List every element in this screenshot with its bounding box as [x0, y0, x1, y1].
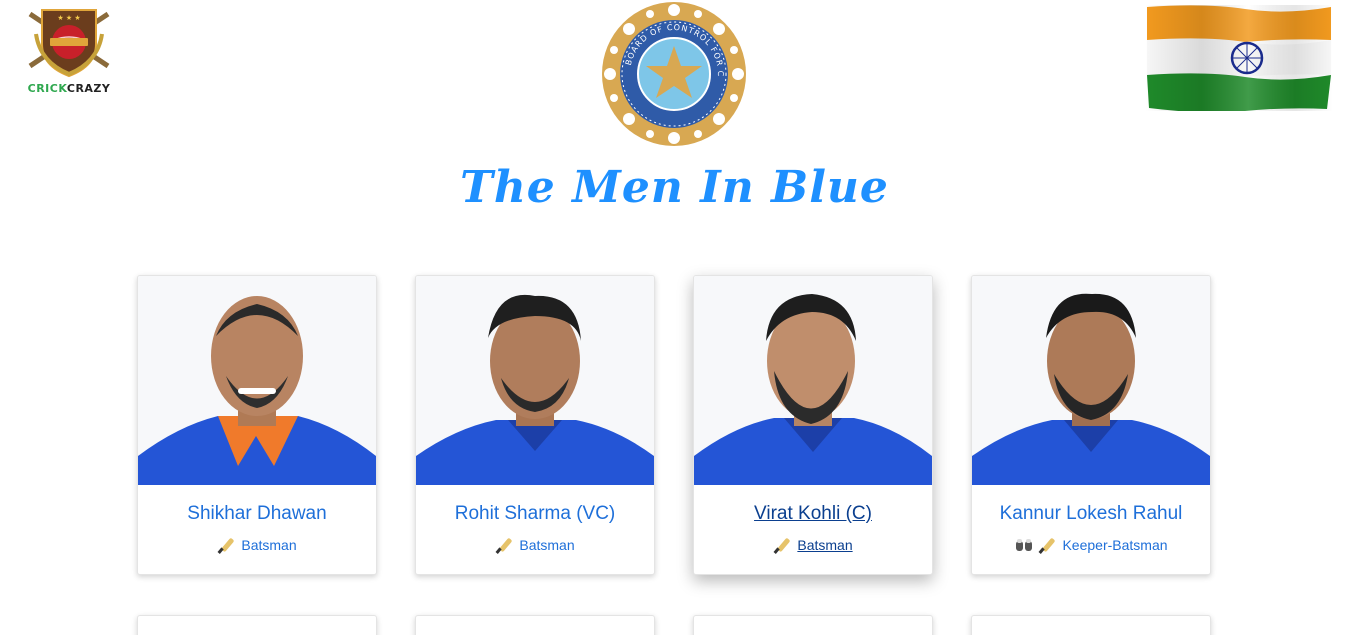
- player-card-partial[interactable]: [693, 615, 933, 635]
- player-photo: [694, 616, 932, 635]
- page: ★ ★ ★ CRICKCRAZY BOARD OF CONTROL FOR C …: [0, 0, 1349, 635]
- bcci-emblem-icon: BOARD OF CONTROL FOR CRICKET IN INDIA: [596, 0, 746, 146]
- player-role-text: Keeper-Batsman: [1062, 537, 1168, 553]
- bat-icon: [495, 538, 512, 554]
- player-name: Rohit Sharma (VC): [454, 503, 616, 524]
- player-name: Shikhar Dhawan: [187, 503, 327, 524]
- player-photo: [416, 276, 654, 485]
- player-name: Kannur Lokesh Rahul: [999, 503, 1183, 524]
- india-flag-icon: [1145, 5, 1333, 113]
- svg-text:★ ★ ★: ★ ★ ★: [57, 14, 80, 22]
- bat-icon: [1039, 538, 1056, 554]
- cricket-shield-icon: ★ ★ ★: [28, 9, 110, 78]
- page-title: The Men In Blue: [460, 162, 889, 213]
- brand-name-crick: CRICK: [27, 82, 67, 95]
- player-photo: [694, 276, 932, 485]
- player-role: Batsman: [138, 535, 376, 555]
- player-role-text: Batsman: [797, 537, 853, 553]
- player-card[interactable]: Shikhar Dhawan Batsman: [137, 275, 377, 575]
- brand-name: CRICKCRAZY: [22, 82, 116, 95]
- player-role: Batsman: [416, 535, 654, 555]
- player-role: Batsman: [694, 535, 932, 555]
- player-role: Keeper-Batsman: [972, 535, 1210, 555]
- player-card[interactable]: Kannur Lokesh Rahul Keeper-Batsman: [971, 275, 1211, 575]
- brand-name-crazy: CRAZY: [66, 82, 111, 95]
- bcci-logo: BOARD OF CONTROL FOR CRICKET IN INDIA: [596, 0, 748, 148]
- player-card[interactable]: Virat Kohli (C) Batsman: [693, 275, 933, 575]
- bat-icon: [217, 538, 234, 554]
- bat-icon: [773, 538, 790, 554]
- player-name: Virat Kohli (C): [754, 503, 872, 524]
- keeper-gloves-icon: [1016, 539, 1033, 551]
- player-role-text: Batsman: [241, 537, 297, 553]
- crickcrazy-logo[interactable]: ★ ★ ★ CRICKCRAZY: [22, 4, 116, 96]
- player-card-partial[interactable]: [137, 615, 377, 635]
- player-role-text: Batsman: [519, 537, 575, 553]
- india-flag: [1145, 5, 1333, 113]
- player-photo: [138, 276, 376, 485]
- player-photo: [416, 616, 654, 635]
- player-card-partial[interactable]: [415, 615, 655, 635]
- player-photo: [972, 276, 1210, 485]
- player-card[interactable]: Rohit Sharma (VC) Batsman: [415, 275, 655, 575]
- player-card-partial[interactable]: [971, 615, 1211, 635]
